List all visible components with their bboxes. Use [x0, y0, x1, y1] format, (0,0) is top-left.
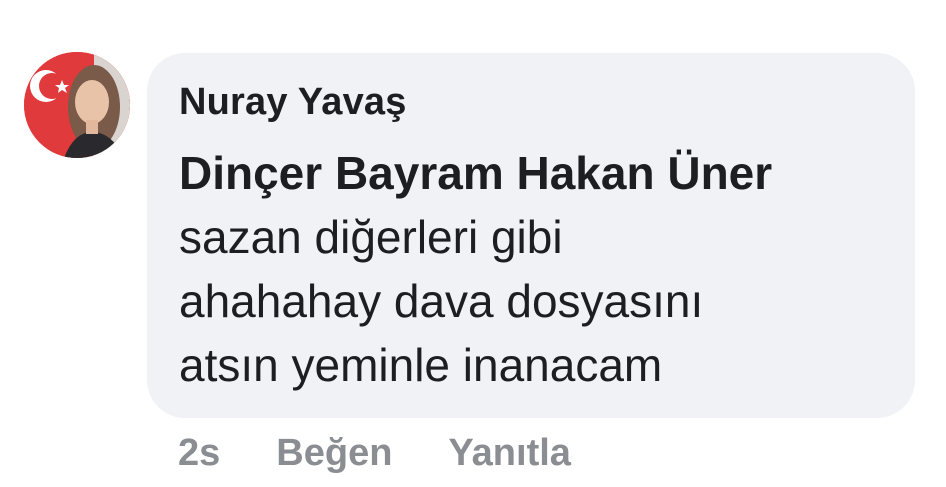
comment-timestamp[interactable]: 2s [178, 432, 220, 475]
comment-text-line-3: atsın yeminle inanacam [179, 339, 663, 391]
comment-author[interactable]: Nuray Yavaş [179, 79, 885, 125]
mention-link[interactable]: Dinçer Bayram Hakan Üner [179, 147, 772, 199]
comment-actions: 2s Beğen Yanıtla [178, 428, 571, 478]
like-button[interactable]: Beğen [276, 432, 392, 475]
avatar-image [24, 52, 130, 158]
comment-bubble: Nuray Yavaş Dinçer Bayram Hakan Üner saz… [147, 53, 915, 418]
reply-button[interactable]: Yanıtla [448, 432, 571, 475]
comment: Nuray Yavaş Dinçer Bayram Hakan Üner saz… [0, 0, 946, 487]
comment-text-line-1: sazan diğerleri gibi [179, 211, 563, 263]
avatar[interactable] [24, 52, 130, 158]
comment-body: Dinçer Bayram Hakan Üner sazan diğerleri… [179, 141, 885, 397]
comment-text-line-2: ahahahay dava dosyasını [179, 275, 704, 327]
